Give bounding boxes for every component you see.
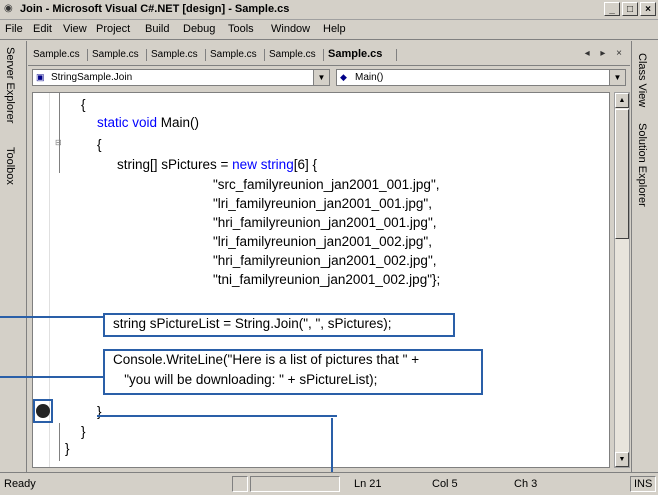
outline-line: [59, 423, 60, 461]
status-bar: Ready Ln 21 Col 5 Ch 3 INS: [0, 472, 658, 495]
collapse-icon[interactable]: ⊟: [55, 138, 62, 147]
chevron-down-icon[interactable]: ▼: [609, 70, 625, 85]
tab-sample-5[interactable]: Sample.cs: [269, 49, 316, 60]
tab-nav-controls[interactable]: ◂ ▸ ×: [585, 48, 626, 59]
code-line: {: [97, 137, 102, 152]
class-icon: ▣: [36, 72, 45, 82]
right-tool-strip: Class View Solution Explorer: [631, 41, 658, 472]
maximize-button[interactable]: □: [622, 2, 638, 16]
callout-connector: [0, 316, 104, 318]
outline-line: [59, 93, 60, 173]
left-tool-strip: Server Explorer Toolbox: [0, 41, 27, 472]
tab-sample-3[interactable]: Sample.cs: [151, 49, 198, 60]
status-mode: INS: [634, 478, 653, 490]
tab-sample-4[interactable]: Sample.cs: [210, 49, 257, 60]
breakpoint-icon[interactable]: [36, 404, 50, 418]
class-view-tab[interactable]: Class View: [636, 53, 648, 107]
scroll-thumb[interactable]: [615, 109, 629, 239]
status-line: Ln 21: [354, 478, 382, 490]
menu-file[interactable]: File: [5, 23, 23, 35]
code-line: "hri_familyreunion_jan2001_002.jpg",: [213, 253, 437, 268]
callout-connector: [0, 376, 104, 378]
solution-explorer-tab[interactable]: Solution Explorer: [636, 123, 648, 207]
code-line: static void Main(): [97, 115, 200, 130]
status-col: Col 5: [432, 478, 458, 490]
type-dropdown-value: StringSample.Join: [51, 72, 133, 83]
toolbox-tab[interactable]: Toolbox: [4, 147, 16, 185]
menu-debug[interactable]: Debug: [183, 23, 215, 35]
tab-sample-1[interactable]: Sample.cs: [33, 49, 80, 60]
callout-connector: [97, 415, 337, 417]
chevron-down-icon[interactable]: ▼: [313, 70, 329, 85]
menu-build[interactable]: Build: [145, 23, 169, 35]
window-title: Join - Microsoft Visual C#.NET [design] …: [20, 3, 290, 15]
menu-edit[interactable]: Edit: [33, 23, 52, 35]
menu-tools[interactable]: Tools: [228, 23, 254, 35]
member-dropdown[interactable]: ◆ Main() ▼: [336, 69, 626, 86]
menu-window[interactable]: Window: [271, 23, 310, 35]
app-icon: ◉: [4, 3, 13, 14]
scroll-up-button[interactable]: ▲: [615, 93, 629, 108]
type-dropdown[interactable]: ▣ StringSample.Join ▼: [32, 69, 330, 86]
status-ch: Ch 3: [514, 478, 538, 490]
document-tabs: Sample.cs Sample.cs Sample.cs Sample.cs …: [28, 44, 630, 66]
code-line: }: [81, 424, 86, 439]
code-line: Console.WriteLine("Here is a list of pic…: [113, 352, 420, 367]
member-dropdown-value: Main(): [355, 72, 384, 83]
code-line: "lri_familyreunion_jan2001_002.jpg",: [213, 234, 432, 249]
code-editor[interactable]: ⊟ { static void Main() { string[] sPictu…: [32, 92, 610, 468]
menu-view[interactable]: View: [63, 23, 87, 35]
close-button[interactable]: ×: [640, 2, 656, 16]
code-line: }: [65, 441, 70, 456]
scroll-down-button[interactable]: ▼: [615, 452, 629, 467]
code-line: string[] sPictures = new string[6] {: [117, 157, 317, 172]
status-ready: Ready: [4, 478, 36, 490]
menu-bar: File Edit View Project Build Debug Tools…: [0, 20, 658, 40]
menu-project[interactable]: Project: [96, 23, 130, 35]
tab-sample-2[interactable]: Sample.cs: [92, 49, 139, 60]
code-line: {: [81, 97, 86, 112]
vertical-scrollbar[interactable]: ▲ ▼: [614, 92, 630, 468]
document-area: Sample.cs Sample.cs Sample.cs Sample.cs …: [28, 44, 630, 470]
method-icon: ◆: [340, 72, 347, 82]
code-line: "you will be downloading: " + sPictureLi…: [113, 372, 378, 387]
server-explorer-tab[interactable]: Server Explorer: [4, 47, 16, 123]
code-line: "src_familyreunion_jan2001_001.jpg",: [213, 177, 440, 192]
title-bar: ◉ Join - Microsoft Visual C#.NET [design…: [0, 0, 658, 20]
minimize-button[interactable]: _: [604, 2, 620, 16]
tab-sample-active[interactable]: Sample.cs: [328, 48, 382, 60]
code-line: "lri_familyreunion_jan2001_001.jpg",: [213, 196, 432, 211]
code-line: "hri_familyreunion_jan2001_001.jpg",: [213, 215, 437, 230]
status-panel: [232, 476, 248, 492]
menu-help[interactable]: Help: [323, 23, 346, 35]
code-line: string sPictureList = String.Join(", ", …: [113, 316, 392, 331]
code-line: "tni_familyreunion_jan2001_002.jpg"};: [213, 272, 441, 287]
status-panel: [250, 476, 340, 492]
